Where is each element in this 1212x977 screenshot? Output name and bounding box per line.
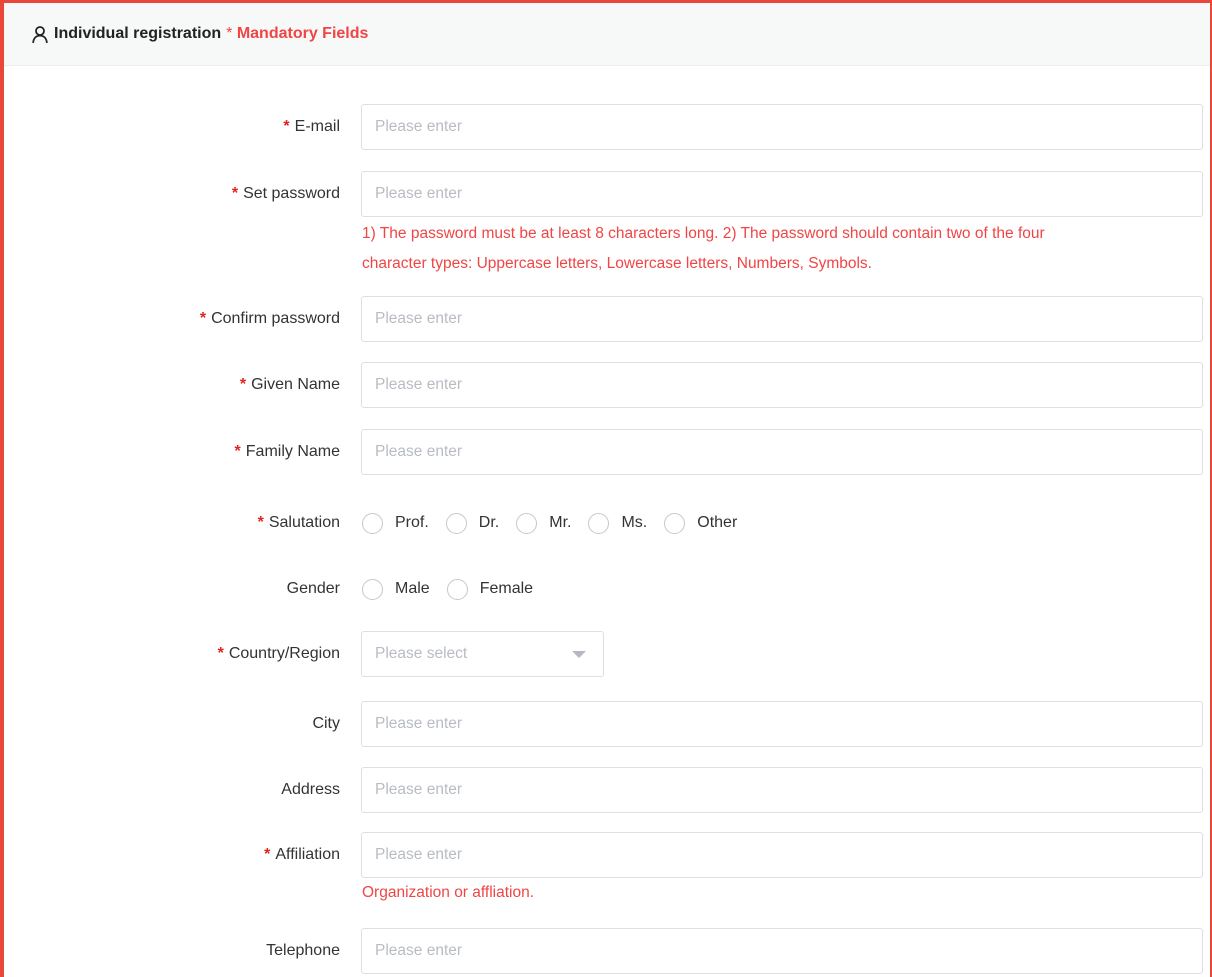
- caret-down-icon[interactable]: [572, 650, 586, 658]
- radio-button[interactable]: [516, 512, 538, 534]
- telephone-label-text: Telephone: [266, 942, 340, 959]
- family-name-label-text: Family Name: [245, 443, 340, 460]
- radio-label: Ms.: [621, 514, 648, 531]
- confirm-password-field[interactable]: [361, 296, 1203, 342]
- affiliation-field[interactable]: [361, 832, 1203, 878]
- salutation-option-ms[interactable]: Ms.: [588, 512, 648, 534]
- radio-button[interactable]: [588, 512, 610, 534]
- salutation-option-dr[interactable]: Dr.: [445, 512, 500, 534]
- family-name-field[interactable]: [361, 429, 1203, 475]
- required-star: *: [217, 645, 224, 662]
- email-field[interactable]: [361, 104, 1203, 150]
- affiliation-hint: Organization or affliation.: [362, 884, 535, 901]
- panel-header: Individual registration * Mandatory Fiel…: [4, 3, 1210, 66]
- confirm-password-label-text: Confirm password: [211, 310, 340, 327]
- telephone-label: Telephone: [40, 940, 340, 962]
- required-star: *: [239, 376, 247, 393]
- confirm-password-label: * Confirm password: [40, 308, 340, 330]
- radio-button[interactable]: [446, 578, 468, 600]
- password-label-text: Set password: [243, 185, 340, 202]
- radio-button[interactable]: [362, 512, 383, 534]
- given-name-label-text: Given Name: [251, 376, 340, 393]
- required-star: *: [257, 514, 264, 531]
- salutation-label: * Salutation: [40, 512, 340, 534]
- radio-label: Male: [395, 580, 430, 597]
- gender-label-text: Gender: [286, 580, 340, 597]
- family-name-label: * Family Name: [40, 441, 340, 463]
- country-label-text: Country/Region: [228, 645, 340, 662]
- user-icon: [32, 25, 48, 43]
- salutation-option-mr[interactable]: Mr.: [516, 512, 572, 534]
- gender-label: Gender: [40, 578, 340, 600]
- address-field[interactable]: [361, 767, 1203, 813]
- telephone-field[interactable]: [361, 928, 1203, 974]
- password-field[interactable]: [361, 171, 1203, 217]
- email-label-text: E-mail: [294, 118, 340, 135]
- radio-label: Other: [697, 514, 738, 531]
- radio-button[interactable]: [362, 578, 383, 600]
- salutation-label-text: Salutation: [268, 514, 340, 531]
- required-star: *: [234, 443, 241, 460]
- password-hint-line2: character types: Uppercase letters, Lowe…: [362, 255, 872, 272]
- gender-option-male[interactable]: Male: [362, 578, 430, 600]
- radio-button[interactable]: [445, 512, 467, 534]
- password-label: * Set password: [40, 183, 340, 205]
- given-name-field[interactable]: [361, 362, 1203, 408]
- city-field[interactable]: [361, 701, 1203, 747]
- radio-button[interactable]: [664, 512, 686, 534]
- registration-panel: Individual registration * Mandatory Fiel…: [0, 0, 1212, 977]
- required-star: *: [199, 310, 207, 327]
- panel-title: Individual registration: [54, 25, 222, 42]
- password-hint-line1: 1) The password must be at least 8 chara…: [362, 225, 1045, 242]
- required-star: *: [231, 185, 239, 202]
- salutation-radio-group: Prof. Dr. Mr. Ms. Other: [362, 508, 754, 538]
- mandatory-star: *: [226, 25, 233, 42]
- city-label-text: City: [312, 715, 340, 732]
- gender-option-female[interactable]: Female: [446, 578, 534, 600]
- country-select-placeholder: Please select: [375, 645, 468, 662]
- required-star: *: [283, 118, 290, 135]
- given-name-label: * Given Name: [40, 374, 340, 396]
- email-label: * E-mail: [40, 116, 340, 138]
- radio-label: Mr.: [549, 514, 572, 531]
- country-label: * Country/Region: [40, 643, 340, 665]
- required-star: *: [264, 846, 271, 863]
- country-select[interactable]: Please select: [361, 631, 604, 677]
- salutation-option-other[interactable]: Other: [664, 512, 738, 534]
- password-hint: 1) The password must be at least 8 chara…: [362, 219, 1207, 279]
- radio-label: Female: [479, 580, 534, 597]
- address-label: Address: [40, 779, 340, 801]
- radio-label: Prof.: [395, 514, 429, 531]
- address-label-text: Address: [281, 781, 340, 798]
- mandatory-text: Mandatory Fields: [236, 25, 369, 42]
- affiliation-label-text: Affiliation: [275, 846, 340, 863]
- salutation-option-prof[interactable]: Prof.: [362, 512, 429, 534]
- gender-radio-group: Male Female: [362, 574, 550, 604]
- mandatory-fields-note: * Mandatory Fields: [226, 25, 368, 43]
- radio-label: Dr.: [478, 514, 500, 531]
- city-label: City: [40, 713, 340, 735]
- affiliation-label: * Affiliation: [40, 844, 340, 866]
